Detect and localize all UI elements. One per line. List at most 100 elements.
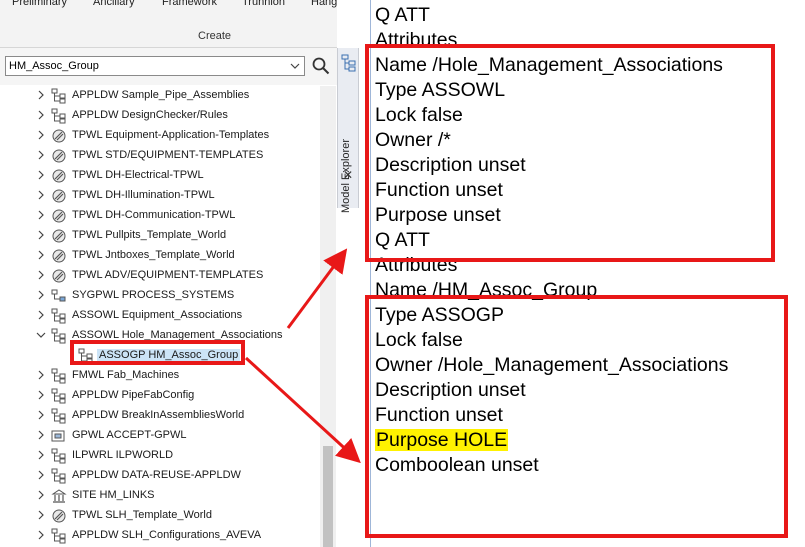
output-line-text: Purpose HOLE <box>375 429 509 451</box>
tree-item[interactable]: TPWL Pullpits_Template_World <box>0 226 320 246</box>
template-world-icon <box>52 129 66 143</box>
tree-item[interactable]: TPWL STD/EQUIPMENT-TEMPLATES <box>0 146 320 166</box>
tree-item[interactable]: SYGPWL PROCESS_SYSTEMS <box>0 286 320 306</box>
chevron-right-icon[interactable] <box>36 309 46 321</box>
scrollbar-thumb[interactable] <box>323 446 333 547</box>
output-line-text: Description unset <box>375 379 526 401</box>
template-world-icon <box>52 209 66 223</box>
tree-item[interactable]: TPWL DH-Electrical-TPWL <box>0 166 320 186</box>
tree-item[interactable]: ILPWRL ILPWORLD <box>0 446 320 466</box>
template-world-icon <box>52 229 66 243</box>
template-world-icon <box>52 169 66 183</box>
ribbon-tab-ancillary[interactable]: Ancillary <box>93 0 135 8</box>
chevron-right-icon[interactable] <box>36 509 46 521</box>
chevron-right-icon[interactable] <box>36 109 46 121</box>
tree-item[interactable]: TPWL ADV/EQUIPMENT-TEMPLATES <box>0 266 320 286</box>
tree-item[interactable]: TPWL Jntboxes_Template_World <box>0 246 320 266</box>
tree-item-label: ASSOGP HM_Assoc_Group <box>97 349 241 361</box>
close-icon[interactable]: ✕ <box>343 168 353 182</box>
output-line-text: Name /HM_Assoc_Group <box>375 279 598 301</box>
structure-icon <box>51 388 66 404</box>
chevron-right-icon[interactable] <box>36 289 46 301</box>
tree-item-label: TPWL SLH_Template_World <box>72 509 212 521</box>
tree-item-label: TPWL Jntboxes_Template_World <box>72 249 235 261</box>
tree-item[interactable]: ASSOWL Equipment_Associations <box>0 306 320 326</box>
output-line-text: Name /Hole_Management_Associations <box>375 54 723 76</box>
tree-item[interactable]: APPLDW BreakInAssembliesWorld <box>0 406 320 426</box>
tree-item-label: TPWL Pullpits_Template_World <box>72 229 227 241</box>
tree-item[interactable]: FMWL Fab_Machines <box>0 366 320 386</box>
tree-item[interactable]: APPLDW SLH_Configurations_AVEVA <box>0 526 320 546</box>
output-line-text: Description unset <box>375 154 526 176</box>
output-line-text: Lock false <box>375 329 463 351</box>
ribbon-group-label: Create <box>198 30 232 42</box>
structure-icon <box>51 408 66 424</box>
ribbon: Preliminary Ancillary Framework Trunnion… <box>0 0 337 48</box>
structure-icon <box>51 308 66 324</box>
tree-item[interactable]: TPWL DH-Communication-TPWL <box>0 206 320 226</box>
template-world-icon <box>52 149 66 163</box>
output-line: Purpose unset <box>375 204 501 226</box>
ribbon-tab-hanger[interactable]: Hanger <box>311 0 337 8</box>
output-line-text: Type ASSOWL <box>375 79 506 101</box>
tree-item-label: APPLDW Sample_Pipe_Assemblies <box>72 89 250 101</box>
ribbon-tab-trunnion[interactable]: Trunnion <box>242 0 285 8</box>
tree-item[interactable]: SITE HM_LINKS <box>0 486 320 506</box>
output-line: Description unset <box>375 379 526 401</box>
chevron-right-icon[interactable] <box>36 429 46 441</box>
tree-item[interactable]: ASSOGP HM_Assoc_Group <box>0 346 320 366</box>
side-tab-model-explorer[interactable]: Model Explorer ✕ <box>337 48 359 213</box>
chevron-right-icon[interactable] <box>36 369 46 381</box>
chevron-right-icon[interactable] <box>36 489 46 501</box>
chevron-right-icon[interactable] <box>36 449 46 461</box>
chevron-right-icon[interactable] <box>36 269 46 281</box>
chevron-right-icon[interactable] <box>36 389 46 401</box>
chevron-right-icon[interactable] <box>36 209 46 221</box>
structure-icon <box>51 328 66 344</box>
chevron-down-icon <box>290 63 300 69</box>
structure-icon <box>51 528 66 544</box>
group-world-icon <box>51 430 65 442</box>
chevron-right-icon[interactable] <box>36 149 46 161</box>
structure-icon <box>51 88 66 104</box>
tree-item-label: TPWL ADV/EQUIPMENT-TEMPLATES <box>72 269 264 281</box>
chevron-right-icon[interactable] <box>36 249 46 261</box>
output-line-text: Purpose unset <box>375 204 501 226</box>
tree-scrollbar[interactable] <box>320 86 336 547</box>
output-line: Q ATT <box>375 4 430 26</box>
output-line-text: Owner /* <box>375 129 451 151</box>
tree-item[interactable]: ASSOWL Hole_Management_Associations <box>0 326 320 346</box>
ribbon-tab-preliminary[interactable]: Preliminary <box>12 0 67 8</box>
tree-item-label: TPWL STD/EQUIPMENT-TEMPLATES <box>72 149 264 161</box>
chevron-down-icon[interactable] <box>36 329 46 341</box>
model-explorer-pane: Preliminary Ancillary Framework Trunnion… <box>0 0 337 547</box>
tree-item-label: APPLDW DATA-REUSE-APPLDW <box>72 469 241 481</box>
tree-item[interactable]: APPLDW DATA-REUSE-APPLDW <box>0 466 320 486</box>
output-line-text: Q ATT <box>375 229 430 251</box>
chevron-right-icon[interactable] <box>36 409 46 421</box>
search-select[interactable]: HM_Assoc_Group <box>5 56 305 76</box>
ribbon-tab-framework[interactable]: Framework <box>162 0 217 8</box>
chevron-right-icon[interactable] <box>36 89 46 101</box>
tree-item[interactable]: GPWL ACCEPT-GPWL <box>0 426 320 446</box>
tree-item[interactable]: APPLDW PipeFabConfig <box>0 386 320 406</box>
chevron-right-icon[interactable] <box>36 469 46 481</box>
tree-item[interactable]: TPWL DH-Illumination-TPWL <box>0 186 320 206</box>
tree-item[interactable]: APPLDW DesignChecker/Rules <box>0 106 320 126</box>
output-line: Name /HM_Assoc_Group <box>375 279 597 301</box>
chevron-right-icon[interactable] <box>36 189 46 201</box>
output-line: Owner /* <box>375 129 451 151</box>
search-icon[interactable] <box>310 55 332 77</box>
output-line-text: Function unset <box>375 404 503 426</box>
tree-item[interactable]: TPWL Equipment-Application-Templates <box>0 126 320 146</box>
chevron-right-icon[interactable] <box>36 229 46 241</box>
tree-item[interactable]: APPLDW Sample_Pipe_Assemblies <box>0 86 320 106</box>
template-world-icon <box>52 189 66 203</box>
chevron-right-icon[interactable] <box>36 169 46 181</box>
output-line: Owner /Hole_Management_Associations <box>375 354 728 376</box>
chevron-right-icon[interactable] <box>36 529 46 541</box>
tree-item[interactable]: TPWL SLH_Template_World <box>0 506 320 526</box>
search-select-value: HM_Assoc_Group <box>9 60 99 72</box>
tree-view-icon <box>341 54 356 72</box>
chevron-right-icon[interactable] <box>36 129 46 141</box>
